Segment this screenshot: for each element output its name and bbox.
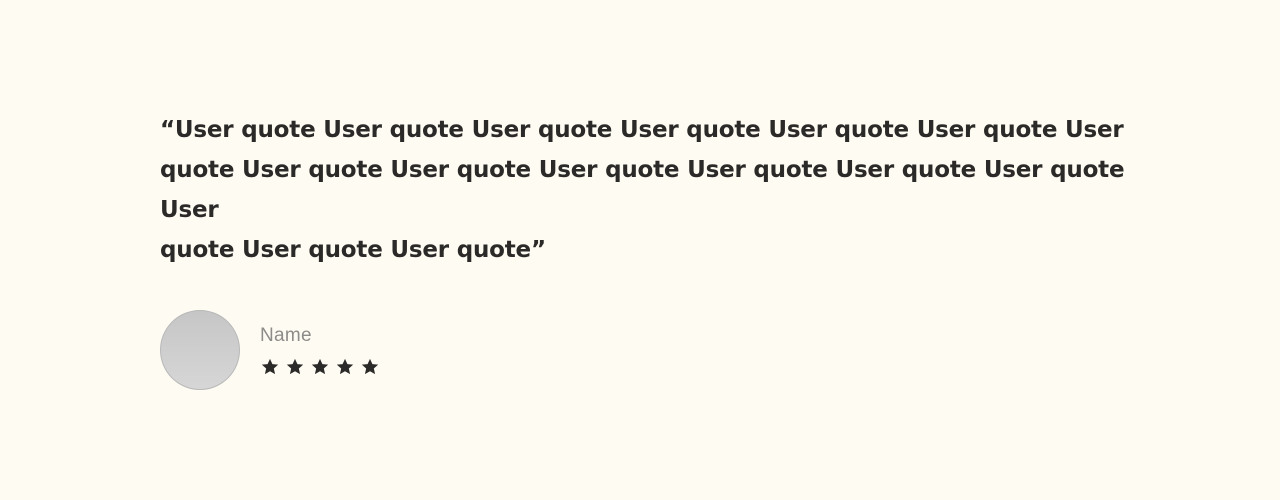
testimonial: “User quote User quote User quote User q… (160, 110, 1140, 270)
avatar (160, 310, 240, 390)
star-icon (335, 357, 355, 377)
author-name: Name (260, 325, 312, 346)
testimonial-author: Name (160, 310, 385, 390)
testimonial-quote: “User quote User quote User quote User q… (160, 117, 1125, 263)
star-icon (360, 357, 380, 377)
star-icon (260, 357, 280, 377)
star-icon (285, 357, 305, 377)
star-rating (260, 357, 385, 377)
star-icon (310, 357, 330, 377)
author-info: Name (260, 325, 385, 377)
